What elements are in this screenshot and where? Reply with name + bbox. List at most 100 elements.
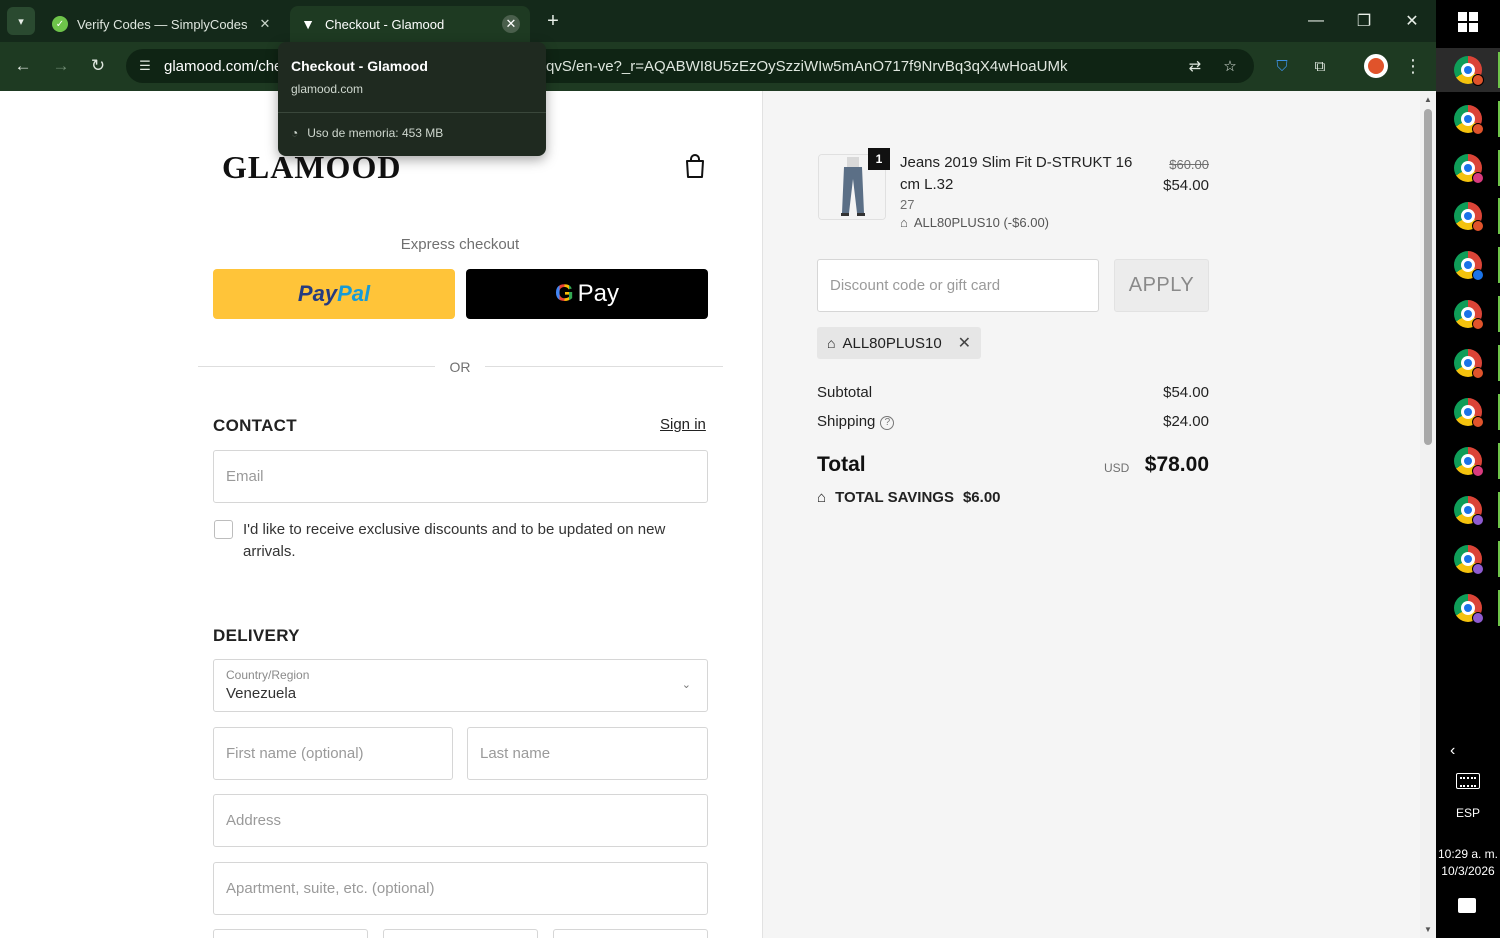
hover-card-title: Checkout - Glamood	[291, 58, 428, 74]
apply-discount-button[interactable]: APPLY	[1114, 259, 1209, 312]
state-field[interactable]	[383, 929, 538, 938]
gpay-label: Pay	[577, 280, 620, 307]
sign-in-link[interactable]: Sign in	[660, 416, 706, 433]
contact-heading: CONTACT	[213, 416, 297, 435]
total-currency: USD	[1104, 461, 1130, 475]
chrome-app-icon[interactable]	[1454, 251, 1484, 281]
tab-title: Checkout - Glamood	[325, 16, 445, 32]
profile-avatar[interactable]	[1364, 54, 1388, 78]
total-label: Total	[817, 453, 866, 476]
hover-card-memory: ◔ Uso de memoria: 453 MB	[291, 126, 443, 140]
chrome-app-icon[interactable]	[1454, 56, 1484, 86]
applied-discount-chip: ⌂ ALL80PLUS10 ✕	[817, 327, 981, 359]
memory-gauge-icon: ◔	[291, 126, 299, 140]
minimize-button[interactable]: —	[1301, 8, 1331, 34]
input-language[interactable]: ESP	[1436, 806, 1500, 820]
tag-icon: ⌂	[827, 335, 836, 351]
country-value: Venezuela	[226, 685, 297, 702]
tag-icon: ⌂	[817, 489, 827, 506]
apartment-field[interactable]: Apartment, suite, etc. (optional)	[213, 862, 708, 915]
page-scrollbar[interactable]: ▲ ▼	[1420, 91, 1436, 938]
country-label: Country/Region	[226, 668, 310, 682]
first-name-field[interactable]: First name (optional)	[213, 727, 453, 780]
country-select[interactable]: Country/Region Venezuela ⌄	[213, 659, 708, 712]
chrome-app-icon[interactable]	[1454, 398, 1484, 428]
final-price: $54.00	[1163, 177, 1209, 194]
city-field[interactable]	[213, 929, 368, 938]
shopping-bag-icon[interactable]	[683, 153, 707, 179]
apartment-placeholder: Apartment, suite, etc. (optional)	[226, 880, 435, 897]
bookmark-star-icon[interactable]: ☆	[1219, 55, 1241, 77]
glamood-favicon-icon: ▼	[301, 16, 315, 32]
google-pay-button[interactable]: G Pay	[466, 269, 708, 319]
scroll-down-arrow-icon[interactable]: ▼	[1424, 925, 1432, 934]
discount-placeholder: Discount code or gift card	[830, 277, 1001, 294]
forward-button[interactable]: →	[48, 53, 74, 79]
windows-start-icon[interactable]	[1458, 12, 1478, 32]
or-text: OR	[449, 359, 471, 375]
system-clock[interactable]: 10:29 a. m. 10/3/2026	[1436, 846, 1500, 880]
translate-icon[interactable]: ⇄	[1184, 55, 1206, 77]
site-settings-icon[interactable]: ☰	[136, 57, 154, 75]
help-circle-icon[interactable]: ?	[880, 416, 895, 430]
remove-discount-icon[interactable]: ✕	[958, 333, 971, 353]
extensions-puzzle-icon[interactable]: ⧉	[1308, 54, 1332, 78]
email-placeholder: Email	[226, 468, 264, 485]
shipping-value: $24.00	[1163, 413, 1209, 430]
hover-card-divider	[278, 112, 546, 113]
shipping-label-text: Shipping	[817, 413, 876, 430]
browser-menu-icon[interactable]: ⋮	[1401, 54, 1425, 78]
simplycodes-favicon-icon: ✓	[52, 16, 68, 32]
subtotal-label: Subtotal	[817, 384, 873, 401]
windows-taskbar: ‹ ESP 10:29 a. m. 10/3/2026	[1436, 0, 1500, 938]
tab-title: Verify Codes — SimplyCodes	[77, 16, 248, 32]
close-tab-icon[interactable]: ✕	[502, 15, 520, 33]
quantity-badge: 1	[868, 148, 890, 170]
chrome-app-icon[interactable]	[1454, 447, 1484, 477]
touch-keyboard-icon[interactable]	[1456, 773, 1480, 789]
email-field[interactable]: Email	[213, 450, 708, 503]
restore-button[interactable]: ❐	[1349, 8, 1379, 34]
express-checkout-label: Express checkout	[400, 236, 520, 253]
shield-extension-icon[interactable]: ⛉	[1270, 54, 1294, 78]
reload-button[interactable]: ↻	[85, 53, 111, 79]
new-tab-button[interactable]: +	[542, 10, 564, 32]
subtotal-value: $54.00	[1163, 384, 1209, 401]
total-savings: ⌂ TOTAL SAVINGS $6.00	[817, 489, 1001, 506]
chrome-app-icon[interactable]	[1454, 349, 1484, 379]
google-g-icon: G	[554, 280, 574, 307]
browser-chrome: ▾ ✓ Verify Codes — SimplyCodes ✕ ▼ Check…	[0, 0, 1436, 91]
tab-glamood-checkout[interactable]: ▼ Checkout - Glamood ✕	[290, 6, 530, 42]
newsletter-label[interactable]: I'd like to receive exclusive discounts …	[243, 519, 703, 563]
chrome-app-icon[interactable]	[1454, 202, 1484, 232]
notification-center-icon[interactable]	[1458, 898, 1476, 913]
paypal-button[interactable]: Pay Pal	[213, 269, 455, 319]
discount-code-input[interactable]: Discount code or gift card	[817, 259, 1099, 312]
close-tab-icon[interactable]: ✕	[256, 15, 274, 33]
product-name: Jeans 2019 Slim Fit D-STRUKT 16 cm L.32	[900, 154, 1133, 193]
chrome-app-icon[interactable]	[1454, 496, 1484, 526]
close-window-button[interactable]: ✕	[1397, 8, 1427, 34]
chrome-app-icon[interactable]	[1454, 594, 1484, 624]
url-text-tail: qvS/en-ve?_r=AQABWI8U5zEzOySzziWIw5mAnO7…	[546, 57, 1068, 75]
chrome-app-icon[interactable]	[1454, 300, 1484, 330]
postal-code-field[interactable]	[553, 929, 708, 938]
tag-icon: ⌂	[900, 215, 908, 230]
shipping-label: Shipping?	[817, 413, 895, 430]
chrome-app-icon[interactable]	[1454, 154, 1484, 184]
chrome-app-icon[interactable]	[1454, 105, 1484, 135]
chrome-app-icon[interactable]	[1454, 545, 1484, 575]
delivery-heading: DELIVERY	[213, 626, 300, 645]
address-field[interactable]: Address	[213, 794, 708, 847]
tab-search-button[interactable]: ▾	[7, 7, 35, 35]
back-button[interactable]: ←	[10, 53, 36, 79]
chevron-left-icon[interactable]: ‹	[1450, 742, 1455, 760]
address-placeholder: Address	[226, 812, 282, 829]
original-price: $60.00	[1169, 157, 1209, 172]
newsletter-checkbox[interactable]	[214, 520, 233, 539]
scroll-thumb[interactable]	[1424, 109, 1432, 445]
last-name-field[interactable]: Last name	[467, 727, 708, 780]
tab-simplycodes[interactable]: ✓ Verify Codes — SimplyCodes ✕	[42, 6, 284, 42]
scroll-up-arrow-icon[interactable]: ▲	[1424, 95, 1432, 104]
clock-date: 10/3/2026	[1441, 864, 1495, 878]
